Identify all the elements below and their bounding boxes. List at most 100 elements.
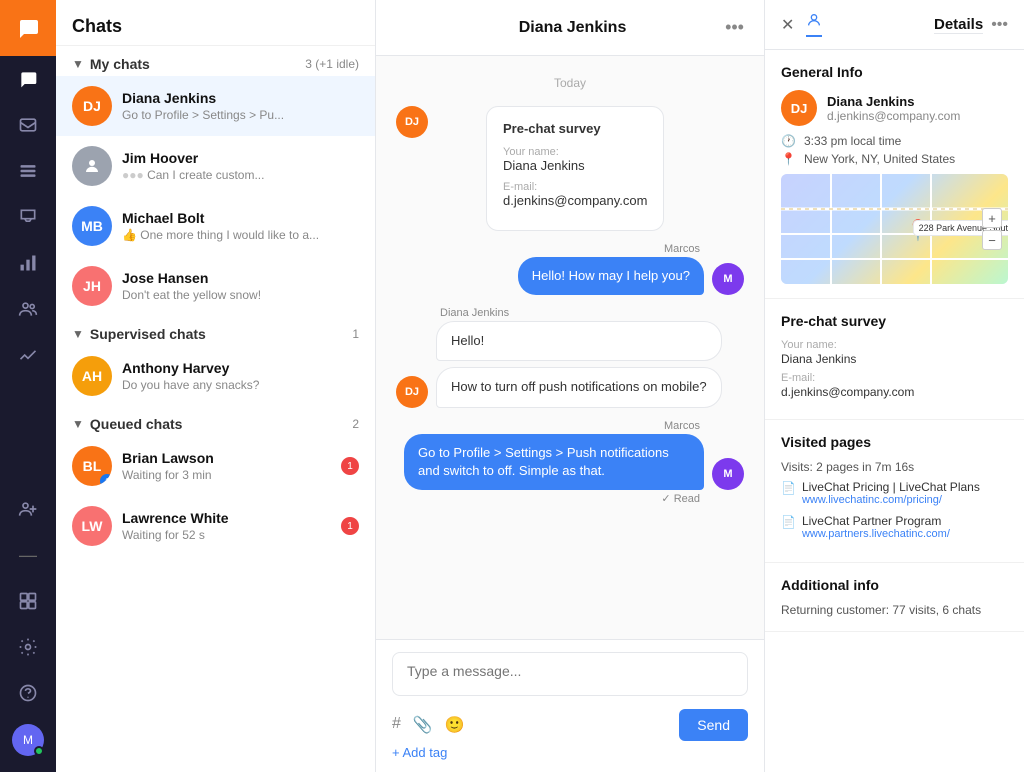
box-nav-icon[interactable] — [0, 578, 56, 624]
michael-avatar: MB — [72, 206, 112, 246]
survey-title: Pre-chat survey — [503, 121, 647, 136]
diana-msg-avatar: DJ — [396, 106, 428, 138]
visited-pages-title: Visited pages — [781, 434, 1008, 450]
help-nav-icon[interactable] — [0, 670, 56, 716]
additional-info-title: Additional info — [781, 577, 1008, 593]
visited-link-url-2[interactable]: www.partners.livechatinc.com/ — [802, 528, 950, 540]
survey-name-label: Your name: — [503, 146, 647, 158]
visited-link-title-1: LiveChat Pricing | LiveChat Plans — [802, 480, 980, 494]
diana-msg-avatar-2: DJ — [396, 376, 428, 408]
chat-item-jim[interactable]: Jim Hoover ●●● Can I create custom... — [56, 136, 375, 196]
brian-badge: 1 — [341, 457, 359, 475]
visited-link-1: 📄 LiveChat Pricing | LiveChat Plans www.… — [781, 480, 1008, 506]
chat-list-sidebar: Chats ▼ My chats 3 (+1 idle) DJ Diana Je… — [56, 0, 376, 772]
survey-name-label-panel: Your name: — [781, 339, 1008, 351]
survey-email-label-panel: E-mail: — [781, 372, 1008, 384]
jose-info: Jose Hansen Don't eat the yellow snow! — [122, 270, 359, 302]
brian-info: Brian Lawson Waiting for 3 min — [122, 450, 341, 482]
visited-pages-section: Visited pages Visits: 2 pages in 7m 16s … — [765, 420, 1024, 563]
diana-sender: Diana Jenkins — [440, 307, 744, 319]
lawrence-avatar: LW — [72, 506, 112, 546]
marcos-avatar-2: M — [712, 458, 744, 490]
jim-name: Jim Hoover — [122, 150, 359, 166]
chat-list-title: Chats — [56, 0, 375, 46]
send-button[interactable]: Send — [679, 709, 748, 741]
chat-item-jose[interactable]: JH Jose Hansen Don't eat the yellow snow… — [56, 256, 375, 316]
logo-button[interactable] — [0, 0, 56, 56]
reports-nav-icon[interactable] — [0, 240, 56, 286]
brian-avatar: BL f — [72, 446, 112, 486]
anthony-preview: Do you have any snacks? — [122, 378, 359, 392]
jim-info: Jim Hoover ●●● Can I create custom... — [122, 150, 359, 182]
analytics-nav-icon[interactable] — [0, 332, 56, 378]
returning-customer: Returning customer: 77 visits, 6 chats — [781, 603, 1008, 617]
date-divider: Today — [396, 76, 744, 90]
survey-name-value: Diana Jenkins — [503, 158, 647, 173]
visited-link-url-1[interactable]: www.livechatinc.com/pricing/ — [802, 494, 980, 506]
chat-item-lawrence[interactable]: LW Lawrence White Waiting for 52 s 1 — [56, 496, 375, 556]
additional-info-section: Additional info Returning customer: 77 v… — [765, 563, 1024, 632]
visited-link-text-1: LiveChat Pricing | LiveChat Plans www.li… — [802, 480, 980, 506]
attachment-button[interactable]: 📎 — [413, 715, 433, 735]
visited-link-2: 📄 LiveChat Partner Program www.partners.… — [781, 514, 1008, 540]
chat-title: Diana Jenkins — [519, 19, 627, 37]
emoji-button[interactable]: 🙂 — [445, 715, 465, 735]
diana-info: Diana Jenkins Go to Profile > Settings >… — [122, 90, 359, 122]
profile-icon[interactable] — [806, 12, 822, 37]
settings-nav-icon[interactable] — [0, 624, 56, 670]
panel-more-button[interactable]: ••• — [991, 16, 1008, 34]
messages-nav-icon[interactable] — [0, 102, 56, 148]
my-chats-section[interactable]: ▼ My chats 3 (+1 idle) — [56, 46, 375, 76]
chat-item-brian[interactable]: BL f Brian Lawson Waiting for 3 min 1 — [56, 436, 375, 496]
outgoing-msg-group-2: Marcos M Go to Profile > Settings > Push… — [396, 420, 744, 505]
marcos-sender-1: Marcos — [396, 243, 700, 255]
add-nav-icon[interactable] — [0, 486, 56, 532]
team-nav-icon[interactable] — [0, 286, 56, 332]
panel-header-icons: ✕ — [781, 12, 822, 37]
outgoing-row-2: M Go to Profile > Settings > Push notifi… — [396, 434, 744, 490]
inbox-nav-icon[interactable] — [0, 194, 56, 240]
queued-chats-section[interactable]: ▼ Queued chats 2 — [56, 406, 375, 436]
supervised-chats-section[interactable]: ▼ Supervised chats 1 — [56, 316, 375, 346]
chat-nav-icon[interactable] — [0, 56, 56, 102]
chat-item-diana[interactable]: DJ Diana Jenkins Go to Profile > Setting… — [56, 76, 375, 136]
lawrence-badge: 1 — [341, 517, 359, 535]
chat-more-button[interactable]: ••• — [725, 17, 744, 38]
jim-preview: ●●● Can I create custom... — [122, 168, 359, 182]
supervised-count: 1 — [352, 327, 359, 341]
left-navigation: — M — [0, 0, 56, 772]
jose-avatar: JH — [72, 266, 112, 306]
michael-preview: 👍 One more thing I would like to a... — [122, 228, 359, 242]
jose-name: Jose Hansen — [122, 270, 359, 286]
diana-avatar: DJ — [72, 86, 112, 126]
map-zoom-in[interactable]: + — [982, 208, 1002, 228]
general-info-section: General Info DJ Diana Jenkins d.jenkins@… — [765, 50, 1024, 299]
chat-item-michael[interactable]: MB Michael Bolt 👍 One more thing I would… — [56, 196, 375, 256]
doc-icon-2: 📄 — [781, 515, 796, 529]
message-input[interactable] — [392, 652, 748, 696]
chat-item-anthony[interactable]: AH Anthony Harvey Do you have any snacks… — [56, 346, 375, 406]
user-avatar[interactable]: M — [12, 724, 44, 756]
marcos-sender-2: Marcos — [396, 420, 700, 432]
outgoing-msg-group-1: Marcos M Hello! How may I help you? — [396, 243, 744, 295]
list-nav-icon[interactable] — [0, 148, 56, 194]
hashtag-button[interactable]: # — [392, 715, 401, 735]
general-info-time: 3:33 pm local time — [804, 134, 901, 148]
main-chat-area: Diana Jenkins ••• Today DJ Pre-chat surv… — [376, 0, 764, 772]
visited-link-title-2: LiveChat Partner Program — [802, 514, 950, 528]
anthony-name: Anthony Harvey — [122, 360, 359, 376]
map-zoom-out[interactable]: − — [982, 230, 1002, 250]
messages-area: Today DJ Pre-chat survey Your name: Dian… — [376, 56, 764, 639]
map-container: 📍 228 Park Avenue South + − — [781, 174, 1008, 284]
jim-avatar — [72, 146, 112, 186]
pre-chat-survey-title: Pre-chat survey — [781, 313, 1008, 329]
diana-name: Diana Jenkins — [122, 90, 359, 106]
my-chats-count: 3 (+1 idle) — [305, 57, 359, 71]
queued-label: Queued chats — [90, 416, 352, 432]
close-icon[interactable]: ✕ — [781, 15, 794, 35]
clock-icon: 🕐 — [781, 134, 796, 148]
add-tag-button[interactable]: + Add tag — [392, 741, 748, 760]
map-visual: 📍 228 Park Avenue South + − — [781, 174, 1008, 284]
visited-stat: Visits: 2 pages in 7m 16s — [781, 460, 1008, 474]
general-info-email: d.jenkins@company.com — [827, 109, 960, 123]
